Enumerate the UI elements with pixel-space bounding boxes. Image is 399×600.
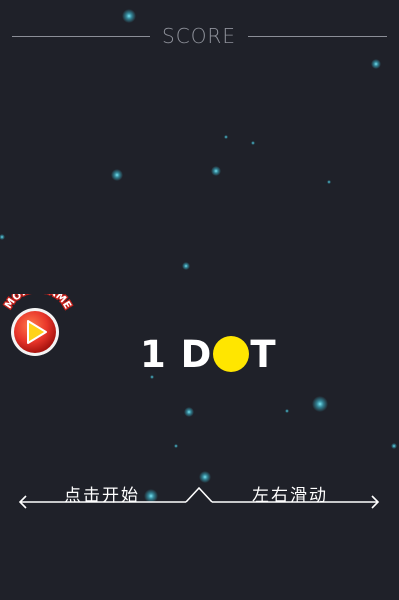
particle <box>174 444 178 448</box>
particle <box>150 375 154 379</box>
particle <box>122 9 136 23</box>
score-header: SCORE <box>0 22 399 52</box>
score-label: SCORE <box>162 24 236 48</box>
controls-arrows <box>18 486 380 509</box>
particle <box>251 141 255 145</box>
title-prefix: 1 D <box>140 332 213 376</box>
particle <box>312 396 328 412</box>
particle <box>182 262 190 270</box>
divider-line <box>12 36 150 37</box>
swipe-hint[interactable]: 左右滑动 <box>252 481 328 506</box>
particle <box>0 234 5 240</box>
particle <box>391 443 397 449</box>
divider-line <box>248 36 387 37</box>
particle <box>285 409 289 413</box>
particle <box>111 169 123 181</box>
particle <box>211 166 221 176</box>
yellow-dot <box>213 336 250 372</box>
title-suffix: T <box>250 332 277 376</box>
more-game-button[interactable]: MORE GAME <box>2 294 76 358</box>
game-title: 1 D T <box>140 332 277 376</box>
peak-divider <box>185 486 213 503</box>
particle <box>327 180 331 184</box>
game-screen[interactable]: SCORE 1 D T MORE GAME <box>0 0 399 600</box>
particle <box>184 407 194 417</box>
particle <box>224 135 228 139</box>
tap-to-start-hint[interactable]: 点击开始 <box>64 481 140 506</box>
particle <box>371 59 381 69</box>
controls-bar: 点击开始 左右滑动 <box>0 470 399 520</box>
